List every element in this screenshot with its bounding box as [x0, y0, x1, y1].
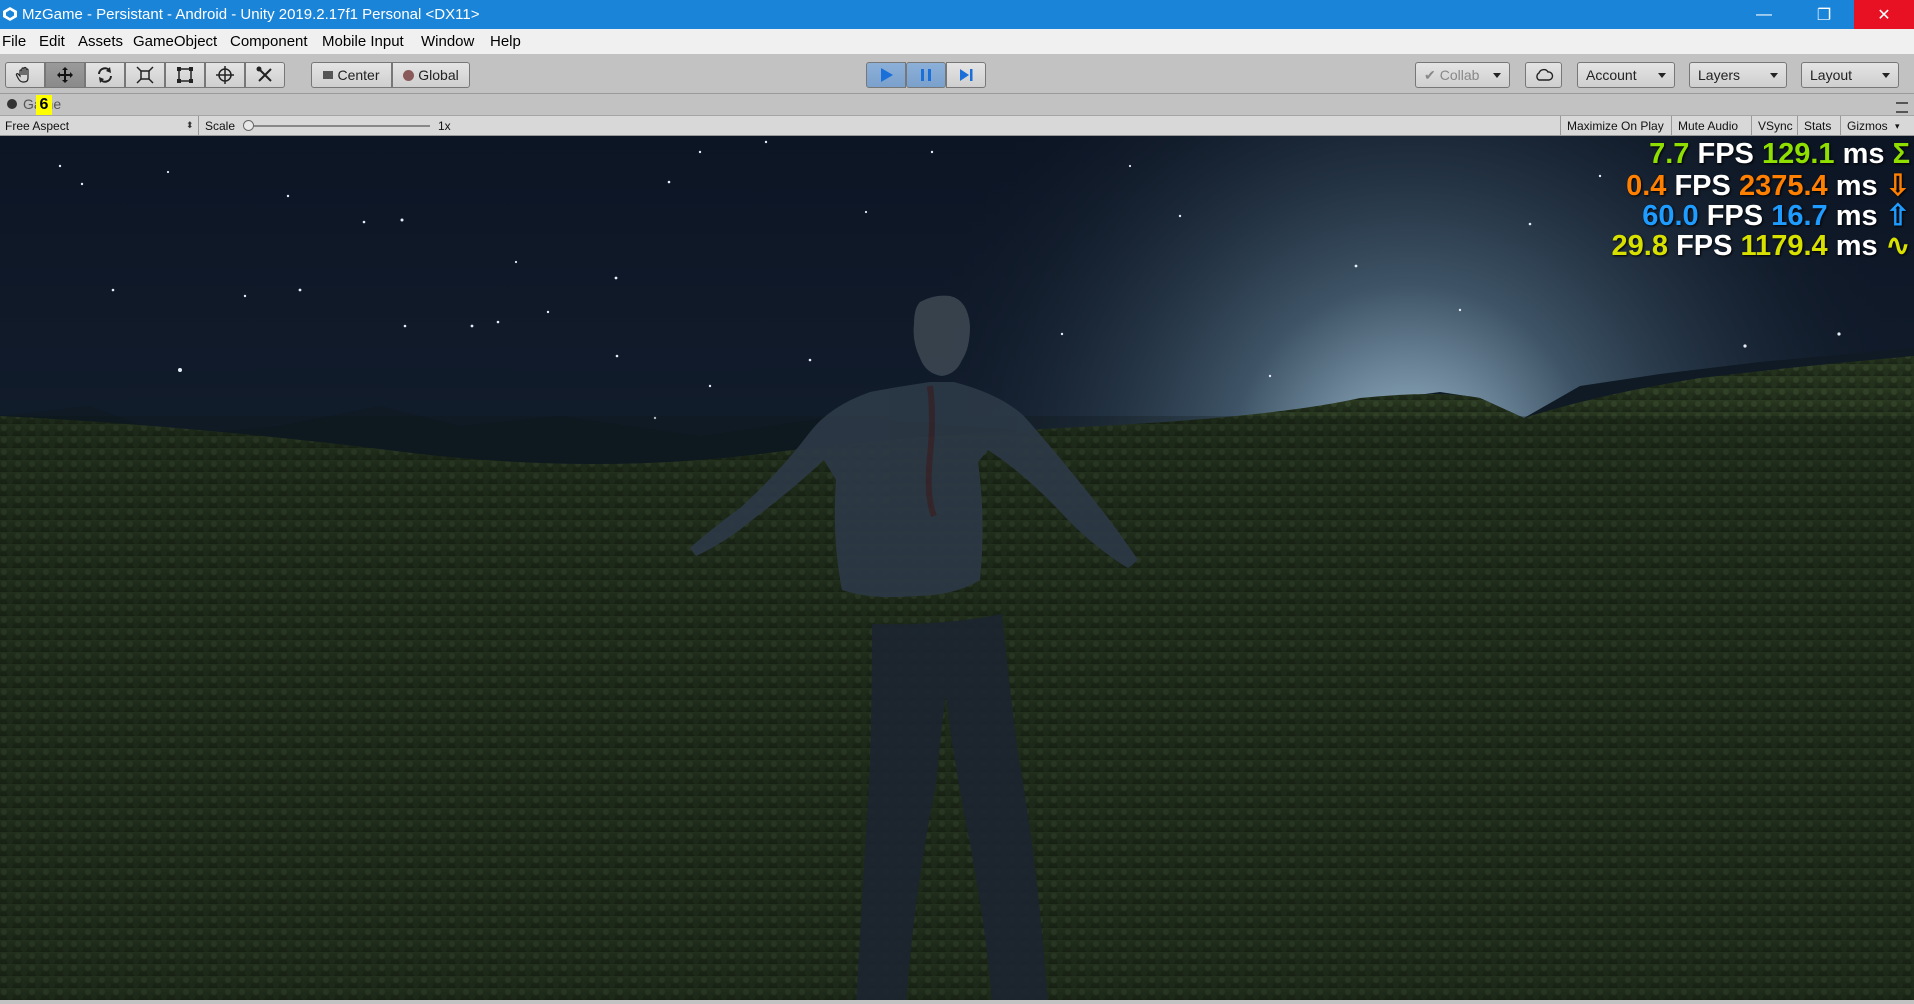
- ms-value: 129.1: [1761, 138, 1835, 170]
- gizmos-dropdown[interactable]: Gizmos: [1840, 116, 1894, 136]
- scale-slider-thumb[interactable]: [243, 120, 254, 131]
- tab-menu-icon[interactable]: [1896, 102, 1908, 113]
- gizmos-arrow-icon: ▾: [1895, 121, 1900, 131]
- transform-icon: [216, 66, 234, 84]
- pause-icon: [921, 69, 931, 81]
- hand-tool-button[interactable]: [5, 62, 45, 88]
- highlight-badge: 6: [36, 95, 52, 115]
- game-viewport[interactable]: 7.7 FPS 129.1 ms Σ 0.4 FPS 2375.4 ms ⇩ 6…: [0, 136, 1914, 1004]
- account-label: Account: [1586, 67, 1637, 83]
- play-icon: [881, 68, 893, 82]
- window-title-bar[interactable]: MzGame - Persistant - Android - Unity 20…: [0, 0, 1914, 29]
- collab-dropdown[interactable]: ✔ Collab: [1415, 62, 1510, 88]
- account-dropdown[interactable]: Account: [1577, 62, 1675, 88]
- custom-tool-icon: [256, 66, 272, 82]
- menu-bar: File Edit Assets GameObject Component Mo…: [0, 29, 1914, 54]
- minimize-button[interactable]: —: [1734, 0, 1794, 29]
- maximize-button[interactable]: ❐: [1794, 0, 1854, 29]
- custom-tool-button[interactable]: [245, 62, 285, 88]
- hand-icon: [15, 66, 29, 83]
- space-label: Global: [418, 67, 459, 83]
- rect-tool-button[interactable]: [165, 62, 205, 88]
- fps-row-avg: 29.8 FPS 1179.4 ms ∿: [1612, 228, 1910, 263]
- move-icon: [57, 67, 73, 83]
- aspect-dropdown[interactable]: Free Aspect: [5, 116, 69, 136]
- sigma-icon: Σ: [1892, 138, 1910, 170]
- scale-value: 1x: [438, 119, 451, 133]
- fps-unit: FPS: [1676, 230, 1733, 262]
- ms-value: 1179.4: [1740, 230, 1828, 262]
- rotate-icon: [98, 67, 112, 83]
- play-button[interactable]: [866, 62, 906, 88]
- unity-logo-icon: [3, 7, 17, 21]
- menu-file[interactable]: File: [2, 29, 26, 54]
- pause-button[interactable]: [906, 62, 946, 88]
- close-button[interactable]: ✕: [1854, 0, 1914, 29]
- menu-assets[interactable]: Assets: [78, 29, 123, 54]
- scale-tool-button[interactable]: [125, 62, 165, 88]
- maximize-on-play-toggle[interactable]: Maximize On Play: [1560, 116, 1670, 136]
- game-scene: [0, 136, 1914, 1004]
- fps-value: 29.8: [1611, 230, 1668, 262]
- fps-row-total: 7.7 FPS 129.1 ms Σ: [1649, 138, 1910, 171]
- rotate-tool-button[interactable]: [85, 62, 125, 88]
- ms-unit: ms: [1842, 138, 1885, 170]
- menu-window[interactable]: Window: [421, 29, 474, 54]
- stats-toggle[interactable]: Stats: [1797, 116, 1837, 136]
- menu-help[interactable]: Help: [490, 29, 521, 54]
- scale-slider-track[interactable]: [248, 125, 430, 127]
- game-view-controls: Free Aspect ⬍ Scale 1x Maximize On Play …: [0, 116, 1914, 136]
- transform-tool-button[interactable]: [205, 62, 245, 88]
- game-view-icon: [7, 99, 17, 109]
- fps-value: 7.7: [1649, 138, 1690, 170]
- layers-dropdown[interactable]: Layers: [1689, 62, 1787, 88]
- globe-icon: [403, 69, 415, 81]
- cloud-button[interactable]: [1525, 62, 1562, 88]
- menu-component[interactable]: Component: [230, 29, 308, 54]
- wave-icon: ∿: [1885, 230, 1910, 262]
- layout-dropdown[interactable]: Layout: [1801, 62, 1899, 88]
- vsync-toggle[interactable]: VSync: [1751, 116, 1799, 136]
- pivot-icon: [323, 71, 334, 79]
- fps-unit: FPS: [1697, 138, 1754, 170]
- layout-label: Layout: [1810, 67, 1853, 83]
- step-icon: [960, 69, 973, 81]
- updown-arrow-icon: ⬍: [186, 120, 194, 130]
- mute-audio-toggle[interactable]: Mute Audio: [1671, 116, 1744, 136]
- checkmark-icon: ✔: [1424, 66, 1436, 83]
- pivot-space-button[interactable]: Global: [392, 62, 470, 88]
- window-bottom-edge: [0, 1000, 1914, 1004]
- divider: [198, 116, 199, 136]
- menu-gameobject[interactable]: GameObject: [133, 29, 217, 54]
- restore-icon: ❐: [1816, 6, 1832, 24]
- step-button[interactable]: [946, 62, 986, 88]
- cloud-icon: [1535, 68, 1553, 81]
- collab-label: Collab: [1439, 67, 1480, 83]
- scale-label: Scale: [205, 119, 236, 133]
- main-toolbar: Center Global ✔ Collab Account Layers La…: [0, 54, 1914, 94]
- pivot-label: Center: [337, 67, 380, 83]
- menu-edit[interactable]: Edit: [39, 29, 65, 54]
- layers-label: Layers: [1698, 67, 1741, 83]
- game-tab-strip: Game 6: [0, 94, 1914, 116]
- close-icon: ✕: [1877, 6, 1891, 24]
- window-title: MzGame - Persistant - Android - Unity 20…: [22, 6, 480, 23]
- menu-mobile-input[interactable]: Mobile Input: [322, 29, 404, 54]
- minimize-icon: —: [1756, 5, 1772, 23]
- scale-icon: [136, 66, 154, 84]
- pivot-mode-button[interactable]: Center: [311, 62, 392, 88]
- rect-icon: [177, 67, 193, 83]
- ms-unit: ms: [1835, 230, 1878, 262]
- move-tool-button[interactable]: [45, 62, 85, 88]
